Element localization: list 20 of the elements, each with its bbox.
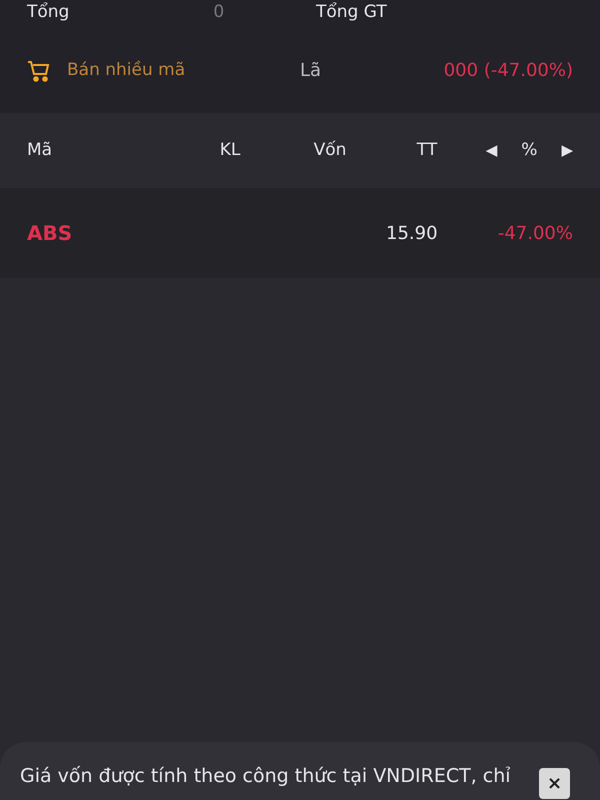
- notice-text: Giá vốn được tính theo công thức tại VNDIRECT, chỉ: [20, 764, 511, 789]
- prev-column-arrow[interactable]: ◀: [486, 139, 498, 162]
- column-header: TT: [416, 138, 438, 162]
- close-button[interactable]: ×: [539, 768, 570, 799]
- column-header: %: [521, 138, 538, 162]
- total-label: Tổng: [27, 1, 70, 24]
- sell-many-link[interactable]: Bán nhiều mã: [67, 58, 186, 84]
- total-value-label: Tổng GT: [316, 2, 387, 22]
- next-column-arrow[interactable]: ▶: [561, 139, 573, 162]
- change-cell-text: -47.00%: [496, 222, 573, 246]
- pnl-value: 000 (-47.00%): [444, 59, 573, 83]
- column-header: Vốn: [312, 138, 348, 162]
- symbol-cell-text: ABS: [27, 220, 74, 247]
- cart-icon[interactable]: [27, 58, 51, 82]
- pnl-label: Lã: [300, 59, 322, 83]
- column-header: Mã: [27, 138, 54, 162]
- total-value: 0: [212, 1, 224, 24]
- price-cell-text: 15.90: [386, 222, 436, 246]
- table-row[interactable]: ABS 15.90 -47.00%: [0, 188, 600, 278]
- column-header: KL: [218, 138, 242, 162]
